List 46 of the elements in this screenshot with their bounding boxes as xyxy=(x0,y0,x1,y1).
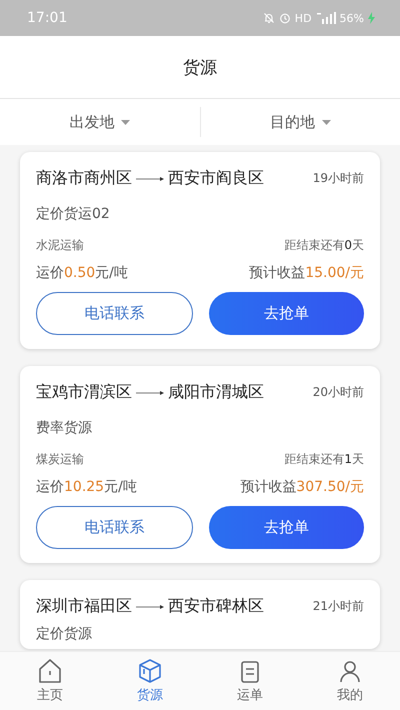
signal-icon xyxy=(316,12,336,24)
deadline-text: 距结束还有0天 xyxy=(284,237,364,254)
network-label: HD xyxy=(294,12,312,24)
cargo-type: 水泥运输 xyxy=(36,237,84,254)
posted-time: 21小时前 xyxy=(312,598,364,615)
cargo-title: 费率货源 xyxy=(36,419,93,437)
destination-city: 西安市阎良区 xyxy=(168,168,264,189)
battery-percent: 56% xyxy=(340,12,364,24)
destination-city: 西安市碑林区 xyxy=(168,596,264,617)
filter-dropdown[interactable]: 目的地 xyxy=(200,107,400,137)
freight-price: 运价0.50元/吨 xyxy=(36,264,128,282)
arrow-icon xyxy=(136,390,164,396)
tab-item[interactable]: 主页 xyxy=(0,652,100,710)
arrow-icon xyxy=(136,176,164,182)
origin-city: 深圳市福田区 xyxy=(36,596,132,617)
cargo-type: 煤炭运输 xyxy=(36,451,84,468)
caret-icon xyxy=(121,120,130,124)
tab-item[interactable]: 运单 xyxy=(200,652,300,710)
bell-off-icon xyxy=(262,12,275,24)
expected-income: 预计收益307.50/元 xyxy=(240,478,364,496)
grab-order-button[interactable]: 去抢单 xyxy=(209,506,364,549)
cargo-title: 定价货运02 xyxy=(36,205,111,223)
home-icon xyxy=(37,658,63,684)
freight-price: 运价10.25元/吨 xyxy=(36,478,137,496)
deadline-text: 距结束还有1天 xyxy=(284,451,364,468)
charging-icon xyxy=(368,12,375,24)
posted-time: 20小时前 xyxy=(312,384,364,401)
grab-order-button[interactable]: 去抢单 xyxy=(209,292,364,335)
page-title: 货源 xyxy=(183,56,217,78)
tab-item[interactable]: 货源 xyxy=(100,652,200,710)
destination-city: 咸阳市渭城区 xyxy=(168,382,264,403)
filter-dropdown[interactable]: 出发地 xyxy=(0,99,200,145)
posted-time: 19小时前 xyxy=(312,170,364,187)
person-icon xyxy=(337,658,363,684)
origin-city: 宝鸡市渭滨区 xyxy=(36,382,132,403)
expected-income: 预计收益15.00/元 xyxy=(249,264,364,282)
box-icon xyxy=(137,658,163,684)
caret-icon xyxy=(322,120,331,124)
arrow-icon xyxy=(136,604,164,610)
call-button[interactable]: 电话联系 xyxy=(36,292,193,335)
call-button[interactable]: 电话联系 xyxy=(36,506,193,549)
status-time: 17:01 xyxy=(27,10,68,26)
tab-item[interactable]: 我的 xyxy=(300,652,400,710)
alarm-icon xyxy=(278,12,291,24)
cargo-title: 定价货源 xyxy=(36,625,93,643)
origin-city: 商洛市商州区 xyxy=(36,168,132,189)
